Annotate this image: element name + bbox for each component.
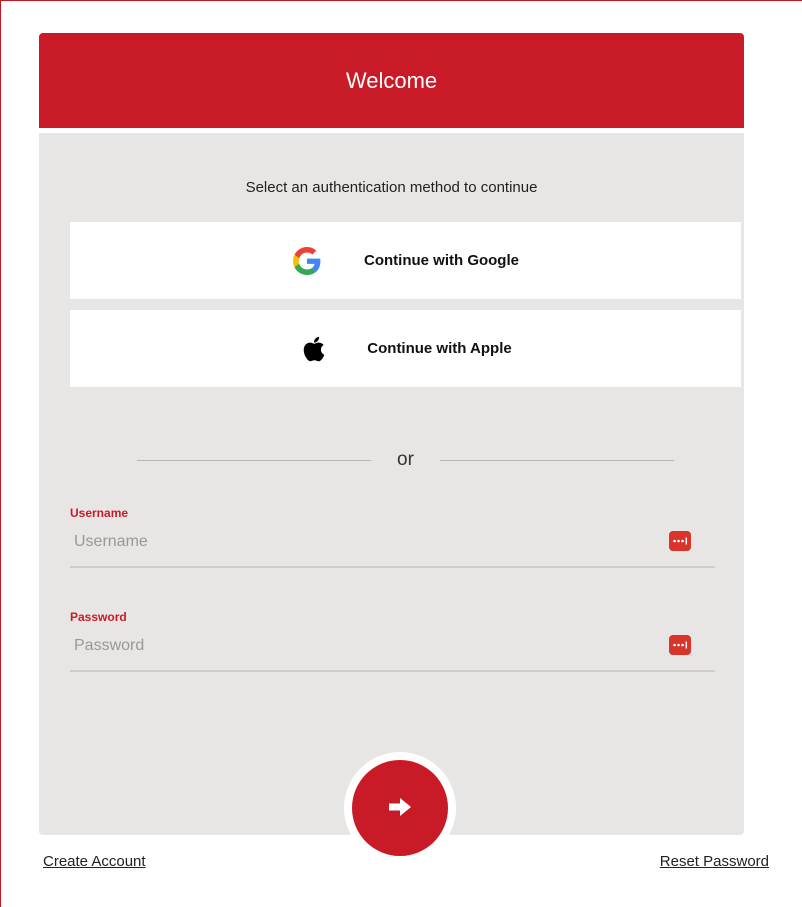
submit-button[interactable] [352,760,448,856]
arrow-right-icon [389,797,411,819]
password-manager-icon[interactable] [669,635,691,655]
password-row [70,628,715,672]
submit-button-ring [344,752,456,864]
password-manager-icon[interactable] [669,531,691,551]
auth-panel: Select an authentication method to conti… [39,133,744,835]
username-input[interactable] [70,527,664,557]
create-account-link[interactable]: Create Account [43,853,146,870]
reset-password-link[interactable]: Reset Password [660,853,769,870]
welcome-header: Welcome [39,33,744,128]
divider-line-right [439,459,674,461]
continue-with-google-button[interactable]: Continue with Google [70,222,741,299]
password-field-group: Password [70,610,715,672]
google-button-label: Continue with Google [364,252,519,269]
or-divider: or [137,445,674,475]
divider-text: or [397,449,414,470]
username-field-group: Username [70,506,715,568]
username-row [70,524,715,568]
apple-button-label: Continue with Apple [367,340,512,357]
google-logo-icon [292,246,322,276]
password-input[interactable] [70,631,664,661]
page-title: Welcome [345,67,438,93]
divider-line-left [137,459,372,461]
auth-instruction: Select an authentication method to conti… [245,179,538,196]
continue-with-apple-button[interactable]: Continue with Apple [70,310,741,387]
apple-logo-icon [299,334,329,364]
username-label: Username [70,506,129,520]
password-label: Password [70,610,127,624]
